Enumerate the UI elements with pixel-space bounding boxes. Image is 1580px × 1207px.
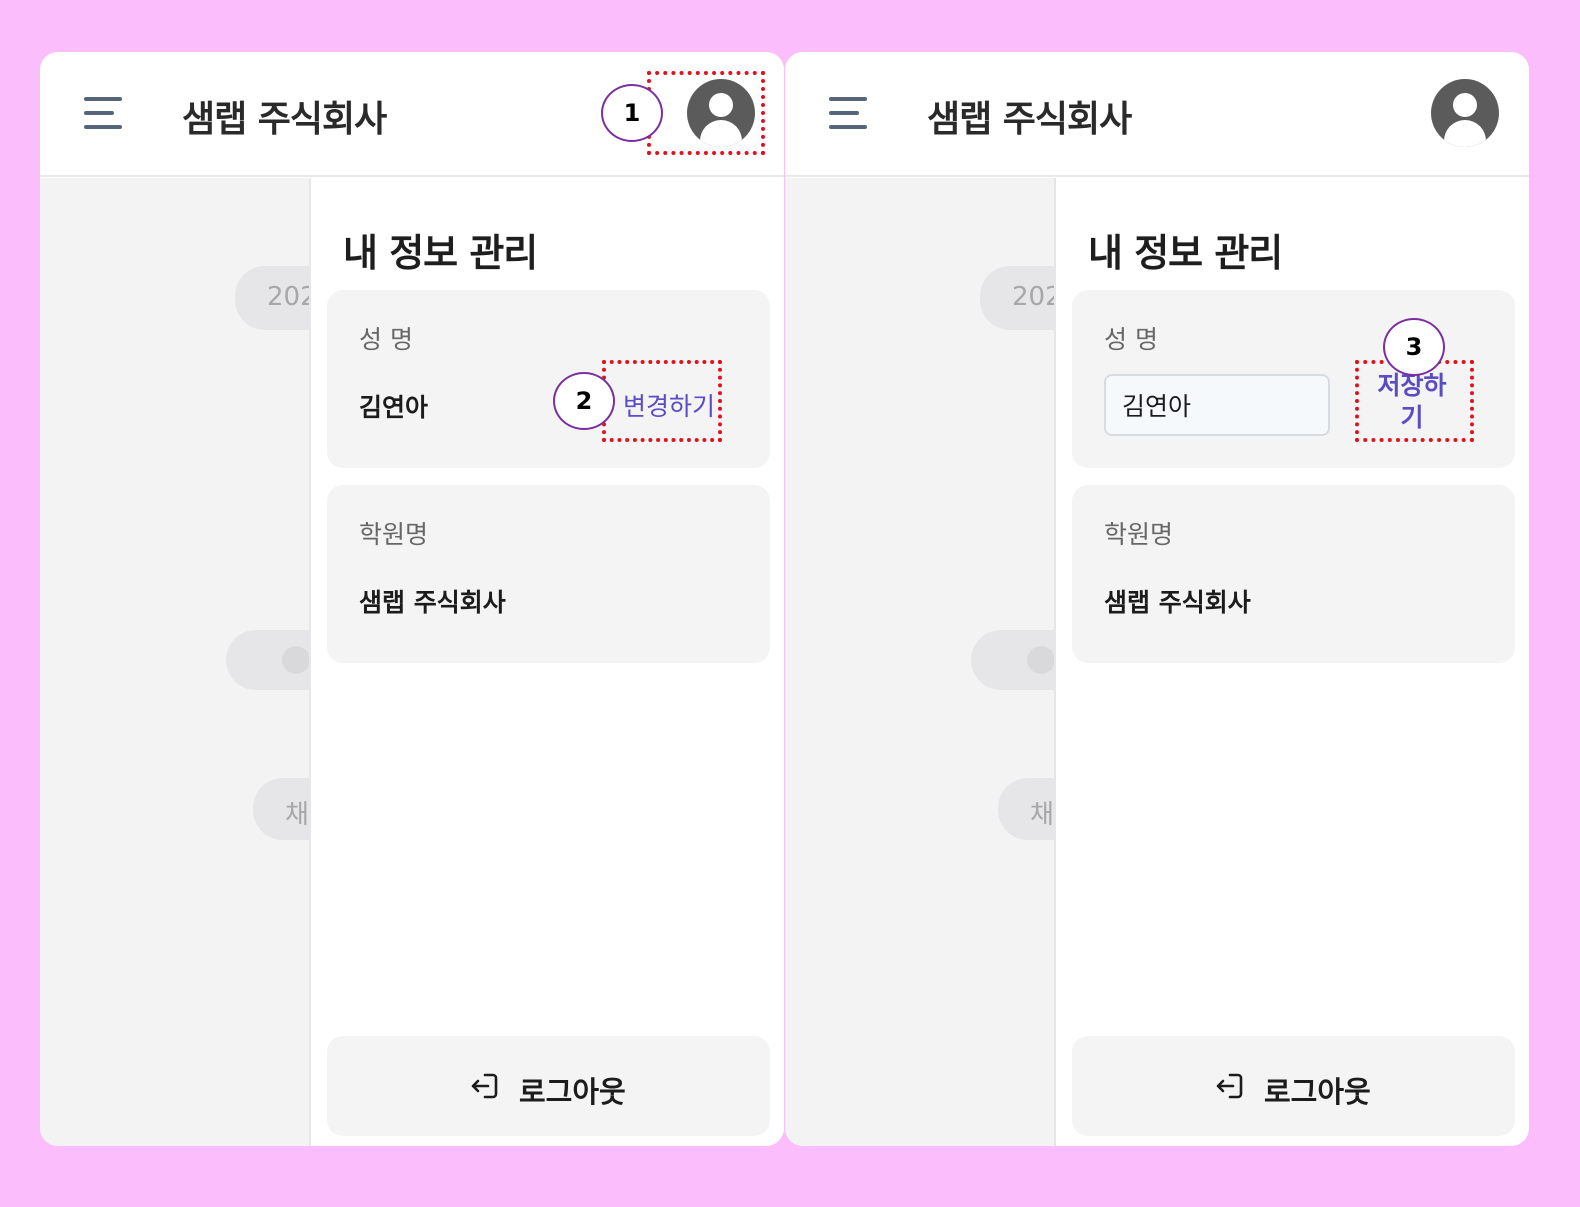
profile-drawer: 내 정보 관리 성 명 저장하 기 학원명 샘랩 주식회사 로그아웃 [1054,178,1529,1146]
app-header: 샘랩 주식회사 [785,52,1529,177]
logout-button[interactable]: 로그아웃 [327,1036,770,1136]
user-avatar-icon[interactable] [1431,79,1499,147]
academy-value: 샘랩 주식회사 [1104,588,1251,617]
step-marker-1: 1 [601,84,663,142]
screen-before-edit: 샘랩 주식회사 202 채 내 정보 관리 성 명 김연아 변경하기 학원명 샘… [40,52,784,1146]
name-label: 성 명 [359,325,413,354]
hamburger-menu-icon[interactable] [829,97,867,131]
logout-button[interactable]: 로그아웃 [1072,1036,1515,1136]
name-input[interactable] [1104,374,1330,436]
academy-value: 샘랩 주식회사 [359,588,506,617]
brand-name: 샘랩 주식회사 [182,99,387,140]
hamburger-menu-icon[interactable] [84,97,122,131]
name-label: 성 명 [1104,325,1158,354]
drawer-title: 내 정보 관리 [1088,231,1283,275]
logout-label: 로그아웃 [1264,1075,1371,1109]
screen-editing-name: 샘랩 주식회사 202 채 내 정보 관리 성 명 저장하 기 학원명 샘랩 주… [785,52,1529,1146]
academy-label: 학원명 [1104,520,1174,549]
name-value: 김연아 [359,393,429,422]
step-marker-3: 3 [1383,318,1445,376]
drawer-title: 내 정보 관리 [343,231,538,275]
logout-icon [471,1073,498,1099]
background-page: 202 채 [785,178,1100,1146]
logout-label: 로그아웃 [519,1075,626,1109]
background-page: 202 채 [40,178,355,1146]
profile-drawer: 내 정보 관리 성 명 김연아 변경하기 학원명 샘랩 주식회사 로그아웃 [309,178,784,1146]
step-marker-2: 2 [553,372,615,430]
highlight-change-box [602,360,722,442]
logout-icon [1216,1073,1243,1099]
academy-label: 학원명 [359,520,429,549]
academy-card: 학원명 샘랩 주식회사 [1072,485,1515,663]
brand-name: 샘랩 주식회사 [927,99,1132,140]
academy-card: 학원명 샘랩 주식회사 [327,485,770,663]
highlight-avatar-box [647,71,765,155]
